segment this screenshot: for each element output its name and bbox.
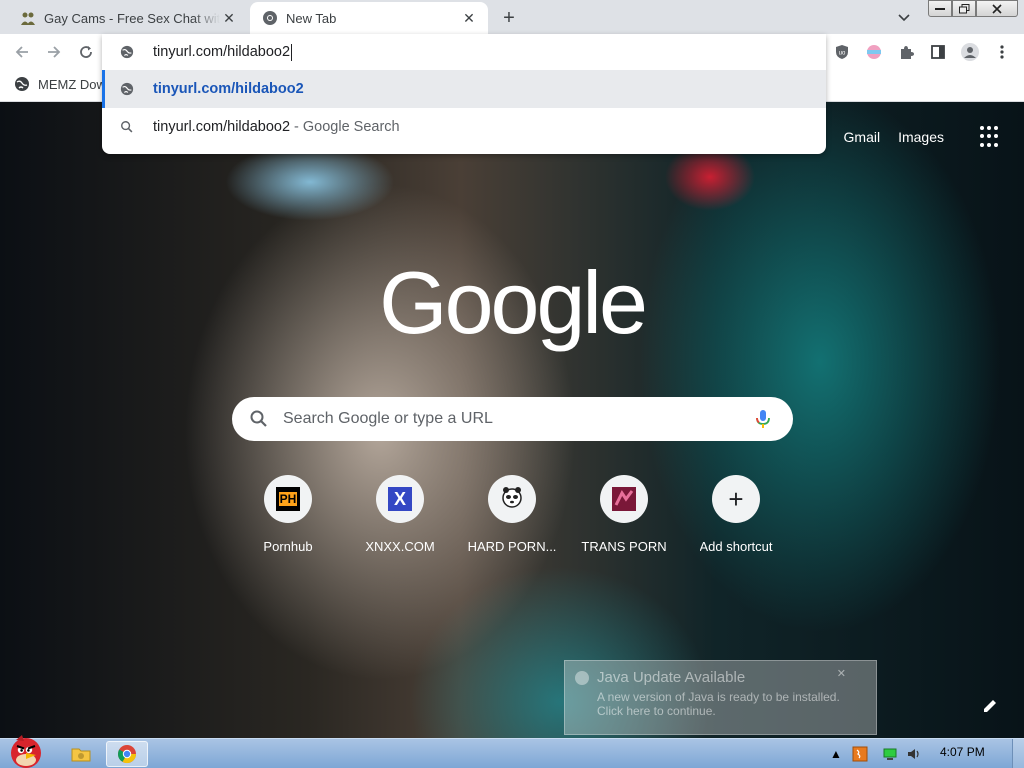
shortcut-label: HARD PORN... xyxy=(467,539,557,554)
address-bar[interactable]: tinyurl.com/hildaboo2 xyxy=(102,34,826,70)
tab-title: Gay Cams - Free Sex Chat with xyxy=(44,10,220,26)
tab-close-icon[interactable]: ✕ xyxy=(220,9,238,27)
chrome-taskbar-icon[interactable] xyxy=(106,741,148,767)
volume-speaker-icon[interactable] xyxy=(906,744,922,764)
shortcut-label: Pornhub xyxy=(263,539,313,554)
new-tab-page: Gmail Images Google Search Google or typ… xyxy=(0,102,1024,738)
notification-close-icon[interactable]: ✕ xyxy=(837,667,846,680)
windows-taskbar: ▲ 4:07 PM xyxy=(0,735,1024,768)
back-arrow-icon[interactable] xyxy=(10,40,34,64)
search-icon xyxy=(249,409,269,429)
java-icon xyxy=(575,671,589,685)
images-link[interactable]: Images xyxy=(898,129,944,145)
text-caret xyxy=(291,43,293,61)
tab-search-chevron-icon[interactable] xyxy=(894,8,914,28)
java-update-notification[interactable]: ✕ Java Update Available A new version of… xyxy=(564,660,877,735)
globe-icon xyxy=(14,76,30,92)
google-logo: Google xyxy=(379,253,648,352)
profile-avatar-icon[interactable] xyxy=(958,40,982,64)
ublock-extension-icon[interactable]: uo xyxy=(830,40,854,64)
shortcut-trans-porn[interactable]: TRANS PORN xyxy=(568,475,680,554)
window-close-button[interactable] xyxy=(976,0,1018,17)
omnibox-dropdown: tinyurl.com/hildaboo2 tinyurl.com/hildab… xyxy=(102,34,826,154)
omnibox-suggestion-url[interactable]: tinyurl.com/hildaboo2 xyxy=(102,70,826,108)
tab-gay-cams[interactable]: Gay Cams - Free Sex Chat with ✕ xyxy=(8,2,248,34)
suggestion-text: tinyurl.com/hildaboo2 xyxy=(153,81,304,97)
forward-arrow-icon[interactable] xyxy=(42,40,66,64)
bookmark-memz[interactable]: MEMZ Dow xyxy=(14,76,106,92)
shortcut-tile: X xyxy=(376,475,424,523)
tab-strip: Gay Cams - Free Sex Chat with ✕ New Tab … xyxy=(0,0,1024,34)
chrome-favicon-icon xyxy=(262,10,278,26)
chaturbate-favicon-icon xyxy=(20,10,36,26)
shortcut-hard-porn[interactable]: HARD PORN... xyxy=(456,475,568,554)
shortcuts-grid: PH Pornhub X XNXX.COM HARD PORN... TRANS… xyxy=(232,475,792,554)
profile-extension-icon[interactable] xyxy=(862,40,886,64)
network-tray-icon[interactable] xyxy=(882,744,898,764)
pornhub-icon-text: PH xyxy=(278,492,298,506)
xnxx-icon: X xyxy=(388,487,412,511)
show-desktop-button[interactable] xyxy=(1012,739,1024,768)
svg-text:uo: uo xyxy=(839,51,846,57)
tab-title: New Tab xyxy=(286,10,337,26)
tab-new-tab[interactable]: New Tab ✕ xyxy=(250,2,488,34)
explorer-folder-icon[interactable] xyxy=(66,741,96,767)
notification-line: Click here to continue. xyxy=(597,704,716,718)
shortcut-pornhub[interactable]: PH Pornhub xyxy=(232,475,344,554)
window-minimize-button[interactable] xyxy=(928,0,952,17)
google-apps-grid-icon[interactable] xyxy=(980,126,1002,148)
omnibox-suggestion-search[interactable]: tinyurl.com/hildaboo2 - Google Search xyxy=(102,108,826,146)
shortcut-tile xyxy=(488,475,536,523)
shortcut-tile: PH xyxy=(264,475,312,523)
suggestion-suffix: - Google Search xyxy=(294,119,400,135)
window-restore-button[interactable] xyxy=(952,0,976,17)
plus-icon: + xyxy=(728,484,744,514)
tab-close-icon[interactable]: ✕ xyxy=(460,9,478,27)
search-icon xyxy=(119,119,135,135)
microphone-icon[interactable] xyxy=(753,407,773,431)
gmail-link[interactable]: Gmail xyxy=(844,129,881,145)
suggestion-text: tinyurl.com/hildaboo2 xyxy=(153,119,291,135)
start-button-angry-bird-icon[interactable] xyxy=(2,731,50,768)
shortcut-tile: + xyxy=(712,475,760,523)
pornhub-icon: PH xyxy=(276,487,300,511)
search-box[interactable]: Search Google or type a URL xyxy=(232,397,793,441)
side-panel-icon[interactable] xyxy=(926,40,950,64)
customize-pencil-icon[interactable] xyxy=(980,696,1000,716)
globe-icon xyxy=(119,81,135,97)
reload-icon[interactable] xyxy=(74,40,98,64)
menu-kebab-icon[interactable] xyxy=(990,40,1014,64)
shortcut-tile xyxy=(600,475,648,523)
new-tab-button[interactable]: + xyxy=(497,6,521,30)
search-placeholder[interactable]: Search Google or type a URL xyxy=(283,410,753,428)
transporn-icon xyxy=(612,487,636,511)
shortcut-xnxx[interactable]: X XNXX.COM xyxy=(344,475,456,554)
globe-icon xyxy=(119,44,135,60)
java-tray-icon[interactable] xyxy=(852,744,868,764)
notification-line: A new version of Java is ready to be ins… xyxy=(597,690,840,704)
shortcut-label: TRANS PORN xyxy=(581,539,667,554)
address-input-value[interactable]: tinyurl.com/hildaboo2 xyxy=(153,44,290,60)
bookmark-label: MEMZ Dow xyxy=(38,76,106,92)
extensions-puzzle-icon[interactable] xyxy=(894,40,918,64)
top-links: Gmail Images xyxy=(844,126,1002,148)
shortcut-label: XNXX.COM xyxy=(365,539,435,554)
hardporn-icon xyxy=(500,485,524,514)
taskbar-clock[interactable]: 4:07 PM xyxy=(940,745,985,759)
tray-overflow-arrow[interactable]: ▲ xyxy=(830,744,842,764)
shortcut-add[interactable]: + Add shortcut xyxy=(680,475,792,554)
notification-title: Java Update Available xyxy=(597,669,746,686)
shortcut-label: Add shortcut xyxy=(699,539,773,554)
